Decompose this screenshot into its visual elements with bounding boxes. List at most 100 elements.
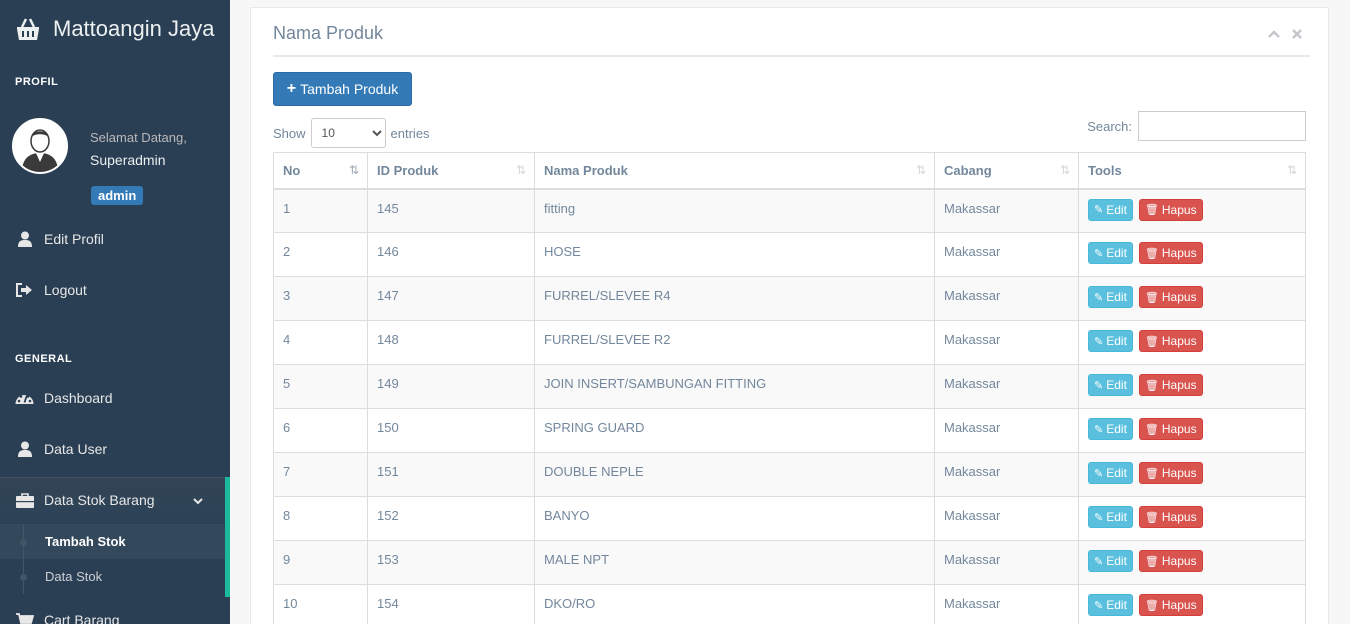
collapse-icon[interactable] xyxy=(1268,27,1280,42)
search-input[interactable] xyxy=(1138,111,1306,141)
edit-button[interactable]: ✎ Edit xyxy=(1088,418,1133,440)
delete-label: Hapus xyxy=(1161,510,1197,524)
cell-cabang: Makassar xyxy=(934,276,1079,321)
cell-cabang: Makassar xyxy=(934,496,1079,541)
cell-tools: ✎ Edit 🗑 Hapus xyxy=(1078,276,1306,321)
menu-cart-barang[interactable]: Cart Barang xyxy=(0,600,230,624)
cell-tools: ✎ Edit 🗑 Hapus xyxy=(1078,452,1306,497)
cell-cabang: Makassar xyxy=(934,232,1079,277)
search-label: Search: xyxy=(1087,118,1132,134)
menu-label: Data Stok Barang xyxy=(44,492,155,508)
delete-button[interactable]: 🗑 Hapus xyxy=(1138,506,1203,528)
cell-id: 145 xyxy=(367,188,535,233)
delete-button[interactable]: 🗑 Hapus xyxy=(1138,330,1203,352)
edit-label: Edit xyxy=(1106,466,1127,480)
menu-label: Edit Profil xyxy=(44,231,104,247)
delete-button[interactable]: 🗑 Hapus xyxy=(1138,198,1203,221)
avatar xyxy=(12,118,68,174)
cell-tools: ✎ Edit 🗑 Hapus xyxy=(1078,540,1306,585)
submenu-stok: Tambah Stok Data Stok xyxy=(0,524,225,594)
delete-button[interactable]: 🗑 Hapus xyxy=(1138,418,1203,440)
close-icon[interactable] xyxy=(1292,27,1302,42)
shopping-basket-icon xyxy=(15,16,41,42)
cell-tools: ✎ Edit 🗑 Hapus xyxy=(1078,364,1306,409)
edit-button[interactable]: ✎ Edit xyxy=(1088,506,1133,528)
user-icon xyxy=(15,441,34,458)
edit-button[interactable]: ✎ Edit xyxy=(1088,198,1133,221)
delete-label: Hapus xyxy=(1161,290,1197,304)
cell-tools: ✎ Edit 🗑 Hapus xyxy=(1078,188,1306,233)
sort-icon: ⇅ xyxy=(1059,163,1070,177)
table-row: 1 145 fitting Makassar ✎ Edit 🗑 Hapus xyxy=(273,188,1306,233)
delete-button[interactable]: 🗑 Hapus xyxy=(1138,286,1203,308)
edit-button[interactable]: ✎ Edit xyxy=(1088,462,1133,484)
cell-id: 149 xyxy=(367,364,535,409)
edit-button[interactable]: ✎ Edit xyxy=(1088,550,1133,572)
cell-no: 4 xyxy=(273,320,368,365)
table-row: 10 154 DKO/RO Makassar ✎ Edit 🗑 Hapus xyxy=(273,584,1306,624)
col-tools[interactable]: Tools ⇅ xyxy=(1078,152,1306,190)
menu-data-stok-barang[interactable]: Data Stok Barang xyxy=(0,477,230,523)
active-indicator xyxy=(225,477,230,597)
delete-button[interactable]: 🗑 Hapus xyxy=(1138,550,1203,572)
delete-button[interactable]: 🗑 Hapus xyxy=(1138,242,1203,264)
cell-nama: BANYO xyxy=(534,496,935,541)
trash-icon: 🗑 xyxy=(1144,599,1159,612)
edit-button[interactable]: ✎ Edit xyxy=(1088,594,1133,616)
sort-icon: ⇅ xyxy=(1286,163,1297,177)
menu-dashboard[interactable]: Dashboard xyxy=(0,378,230,418)
menu-label: Cart Barang xyxy=(44,612,120,624)
col-id-produk[interactable]: ID Produk ⇅ xyxy=(367,152,535,190)
table-row: 6 150 SPRING GUARD Makassar ✎ Edit 🗑 Hapus xyxy=(273,408,1306,453)
cell-tools: ✎ Edit 🗑 Hapus xyxy=(1078,232,1306,277)
cell-nama: FURREL/SLEVEE R2 xyxy=(534,320,935,365)
trash-icon: 🗑 xyxy=(1144,247,1159,260)
table-body: 1 145 fitting Makassar ✎ Edit 🗑 Hapus 2 146 HOSE Ma… xyxy=(273,188,1306,624)
col-label: No xyxy=(283,162,301,178)
chevron-down-icon xyxy=(193,492,203,508)
page-size-control: Show 10 entries xyxy=(273,118,430,148)
cell-no: 8 xyxy=(273,496,368,541)
delete-button[interactable]: 🗑 Hapus xyxy=(1138,374,1203,396)
table-row: 4 148 FURREL/SLEVEE R2 Makassar ✎ Edit 🗑 Hapus xyxy=(273,320,1306,365)
pencil-icon: ✎ xyxy=(1094,291,1104,304)
add-product-button[interactable]: + Tambah Produk xyxy=(273,72,412,106)
delete-button[interactable]: 🗑 Hapus xyxy=(1138,462,1203,484)
col-no[interactable]: No ⇅ xyxy=(273,152,368,190)
trash-icon: 🗑 xyxy=(1144,555,1159,568)
col-cabang[interactable]: Cabang ⇅ xyxy=(934,152,1079,190)
section-title-profil: PROFIL xyxy=(15,76,59,88)
brand[interactable]: Mattoangin Jaya xyxy=(0,0,230,57)
edit-button[interactable]: ✎ Edit xyxy=(1088,286,1133,308)
edit-button[interactable]: ✎ Edit xyxy=(1088,242,1133,264)
menu-edit-profil[interactable]: Edit Profil xyxy=(0,219,230,259)
submenu-tambah-stok[interactable]: Tambah Stok xyxy=(0,524,225,559)
menu-data-user[interactable]: Data User xyxy=(0,429,230,469)
delete-label: Hapus xyxy=(1161,554,1197,568)
cell-cabang: Makassar xyxy=(934,364,1079,409)
cell-nama: fitting xyxy=(534,188,935,233)
delete-label: Hapus xyxy=(1161,422,1197,436)
menu-logout[interactable]: Logout xyxy=(0,270,230,310)
edit-label: Edit xyxy=(1106,598,1127,612)
table-row: 5 149 JOIN INSERT/SAMBUNGAN FITTING Makassa… xyxy=(273,364,1306,409)
page-size-select[interactable]: 10 xyxy=(310,118,386,148)
table-header-row: No ⇅ ID Produk ⇅ Nama Produk ⇅ Cabang ⇅ Tool… xyxy=(273,152,1306,190)
delete-button[interactable]: 🗑 Hapus xyxy=(1138,594,1203,616)
welcome-text: Selamat Datang, xyxy=(90,130,187,145)
col-nama-produk[interactable]: Nama Produk ⇅ xyxy=(534,152,935,190)
delete-label: Hapus xyxy=(1161,246,1197,260)
cell-id: 152 xyxy=(367,496,535,541)
cell-no: 5 xyxy=(273,364,368,409)
col-label: Cabang xyxy=(944,162,992,178)
profile-block: Selamat Datang, Superadmin admin xyxy=(0,117,230,212)
cell-nama: MALE NPT xyxy=(534,540,935,585)
edit-button[interactable]: ✎ Edit xyxy=(1088,330,1133,352)
search-control: Search: xyxy=(1087,111,1306,141)
cell-nama: HOSE xyxy=(534,232,935,277)
edit-label: Edit xyxy=(1106,334,1127,348)
edit-button[interactable]: ✎ Edit xyxy=(1088,374,1133,396)
submenu-data-stok[interactable]: Data Stok xyxy=(0,559,225,594)
table-row: 9 153 MALE NPT Makassar ✎ Edit 🗑 Hapus xyxy=(273,540,1306,585)
briefcase-icon xyxy=(15,492,34,509)
